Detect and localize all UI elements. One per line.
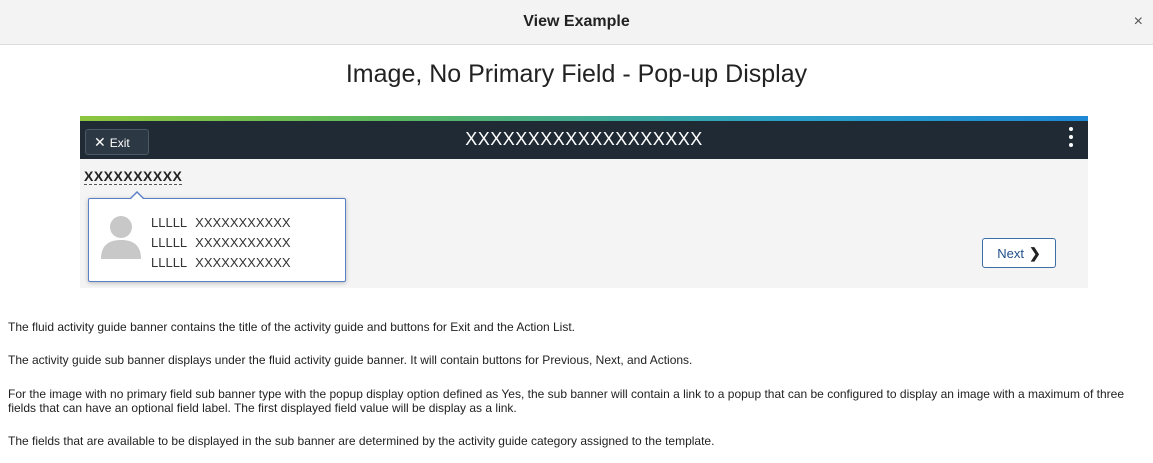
chevron-right-icon: ❯ bbox=[1029, 245, 1041, 261]
field-label: LLLLL bbox=[151, 215, 188, 230]
description-paragraph: The activity guide sub banner displays u… bbox=[8, 353, 693, 367]
popup: LLLLL XXXXXXXXXXX LLLLL XXXXXXXXXXX LLLLL X… bbox=[88, 191, 346, 282]
popup-field-row: LLLLL XXXXXXXXXXX bbox=[151, 253, 291, 273]
popup-field-row: LLLLL XXXXXXXXXXX bbox=[151, 213, 291, 233]
dialog-title: View Example bbox=[523, 13, 630, 30]
person-icon bbox=[101, 216, 141, 259]
dialog-header: View Example × bbox=[0, 0, 1153, 45]
description-paragraph: The fields that are available to be disp… bbox=[8, 434, 715, 448]
field-label: LLLLL bbox=[151, 235, 188, 250]
next-button[interactable]: Next ❯ bbox=[982, 238, 1056, 268]
field-value: XXXXXXXXXXX bbox=[195, 235, 291, 250]
field-label: LLLLL bbox=[151, 255, 188, 270]
next-label: Next bbox=[997, 246, 1024, 261]
popup-field-row: LLLLL XXXXXXXXXXX bbox=[151, 233, 291, 253]
description-paragraph: The fluid activity guide banner contains… bbox=[8, 320, 576, 334]
description-paragraph: For the image with no primary field sub … bbox=[8, 387, 1124, 415]
sub-banner-link[interactable]: XXXXXXXXXX bbox=[84, 168, 183, 185]
kebab-icon[interactable] bbox=[1068, 127, 1074, 149]
banner-title: XXXXXXXXXXXXXXXXXXX bbox=[465, 129, 703, 149]
page-heading: Image, No Primary Field - Pop-up Display bbox=[345, 60, 808, 88]
field-value: XXXXXXXXXXX bbox=[195, 215, 291, 230]
activity-guide-banner: ✕ Exit XXXXXXXXXXXXXXXXXXX bbox=[80, 121, 1088, 159]
close-icon[interactable]: × bbox=[1134, 14, 1143, 30]
popup-fields: LLLLL XXXXXXXXXXX LLLLL XXXXXXXXXXX LLLLL X… bbox=[151, 213, 291, 273]
field-value: XXXXXXXXXXX bbox=[195, 255, 291, 270]
